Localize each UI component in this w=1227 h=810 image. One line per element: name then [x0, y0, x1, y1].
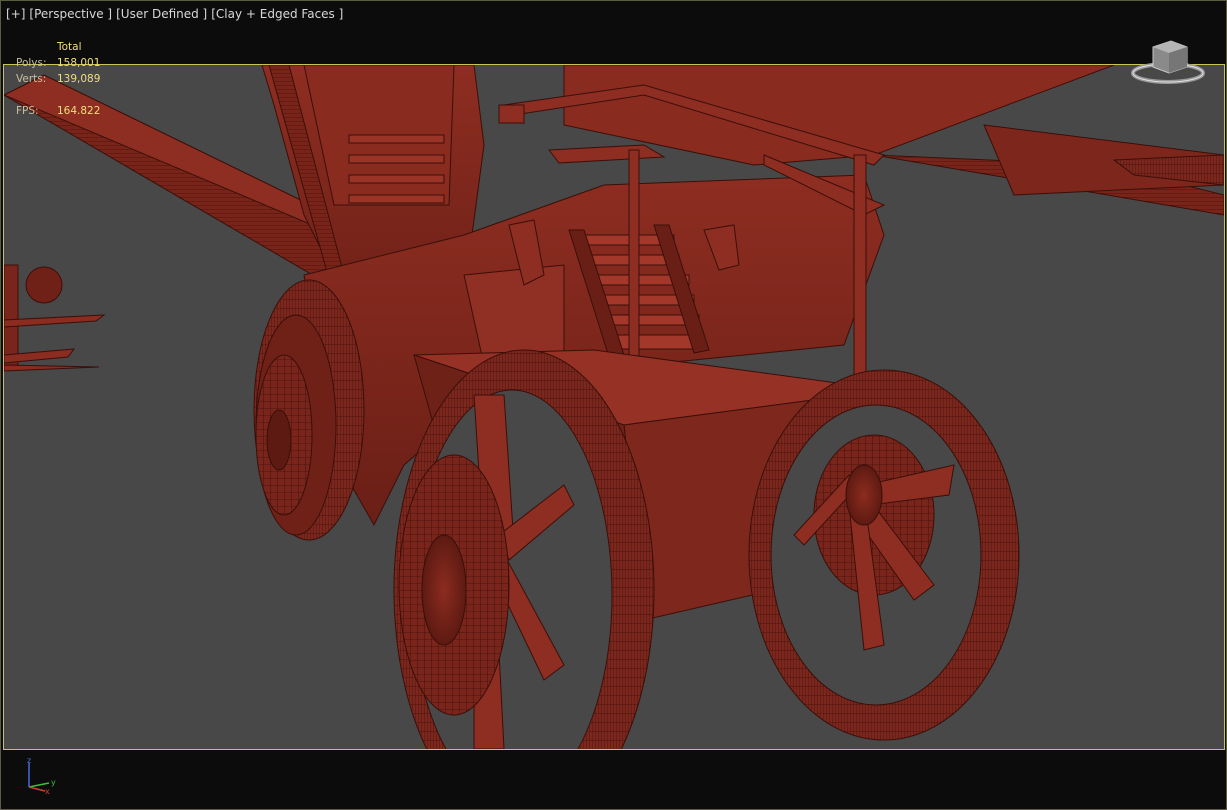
perspective-viewport[interactable]: [+] [Perspective ] [User Defined ] [Clay… — [0, 0, 1227, 810]
statistics-overlay: Total Polys: 158,001 Verts: 139,089 FPS:… — [16, 39, 100, 119]
stats-label: Verts: — [16, 73, 47, 85]
shading-mode-button[interactable]: [Clay + Edged Faces ] — [211, 7, 343, 21]
stats-value: 164.822 — [57, 105, 101, 117]
axis-z-label: z — [27, 756, 31, 765]
stats-value: 139,089 — [57, 73, 101, 85]
stats-label: Polys: — [16, 57, 47, 69]
viewport-render-area[interactable] — [4, 65, 1224, 749]
left-far-details — [4, 264, 106, 372]
axis-x-label: x — [45, 787, 50, 795]
carriage-model — [4, 65, 1224, 749]
rear-left-wheel — [253, 279, 365, 541]
rear-right-wheel — [748, 369, 1020, 741]
stats-row-polys: Polys: 158,001 — [16, 55, 100, 71]
stats-label: FPS: — [16, 105, 39, 117]
stats-row-verts: Verts: 139,089 — [16, 71, 100, 87]
view-mode-button[interactable]: [Perspective ] — [29, 7, 112, 21]
viewcube-icon[interactable] — [1131, 37, 1205, 87]
stats-value: 158,001 — [57, 57, 101, 69]
viewport-menu-button[interactable]: [+] — [6, 7, 25, 21]
axis-tripod-icon: z y x — [21, 755, 61, 796]
viewport-label-bar: [+] [Perspective ] [User Defined ] [Clay… — [6, 7, 343, 21]
axis-y-label: y — [51, 778, 56, 787]
stats-row-fps: FPS: 164.822 — [16, 103, 100, 119]
view-user-defined-button[interactable]: [User Defined ] — [116, 7, 207, 21]
stats-header: Total — [57, 41, 82, 53]
